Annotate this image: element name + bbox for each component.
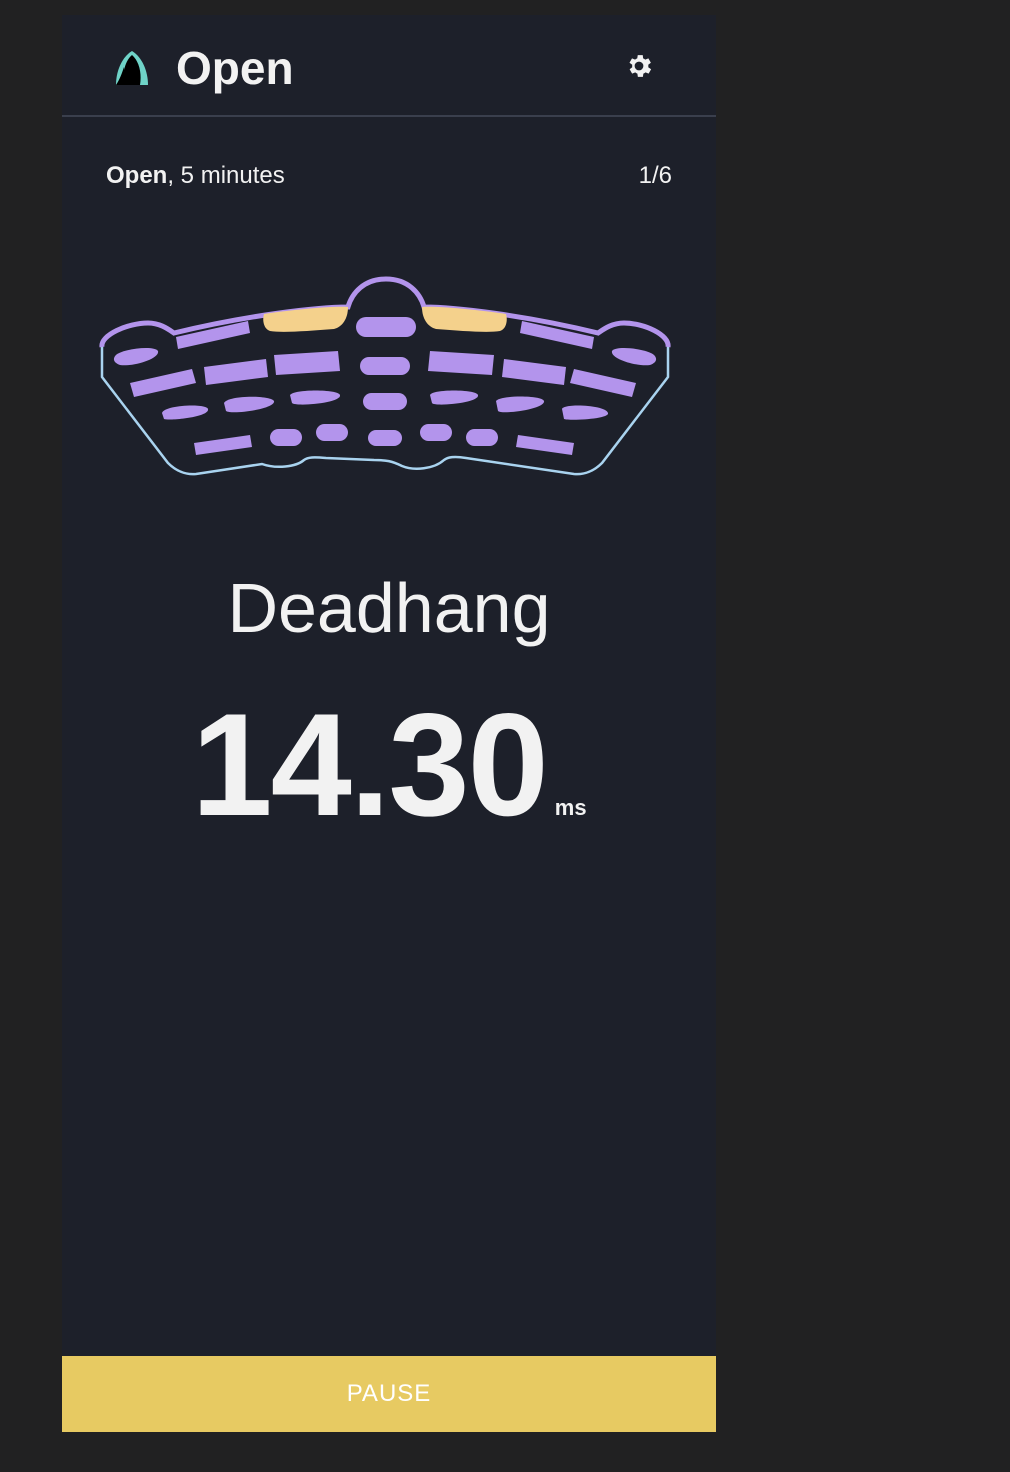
app-header: Open: [62, 15, 716, 117]
hold: [274, 351, 340, 375]
hold: [360, 357, 410, 375]
hold: [363, 393, 407, 410]
exercise-name: Deadhang: [227, 569, 551, 647]
hold: [496, 396, 545, 413]
step-counter: 1/6: [638, 162, 672, 189]
workout-summary: Open, 5 minutes 1/6: [106, 159, 672, 193]
hold: [194, 435, 252, 455]
app-screen: Open Open, 5 minutes 1/6 Deadhang 14.30 …: [62, 15, 716, 1432]
hold: [420, 424, 452, 441]
workout-duration: , 5 minutes: [167, 162, 285, 189]
pause-button[interactable]: PAUSE: [62, 1356, 716, 1432]
hold-active: [422, 306, 507, 332]
hold: [162, 405, 209, 420]
hold-row-2: [113, 348, 657, 397]
hold: [270, 429, 302, 446]
gear-icon[interactable]: [624, 51, 654, 81]
timer-unit: ms: [554, 795, 587, 820]
hold: [224, 396, 275, 413]
hangboard-diagram: [99, 276, 671, 476]
hold: [570, 369, 636, 397]
hold: [368, 430, 402, 446]
hold: [466, 429, 498, 446]
hold: [130, 369, 196, 397]
hold: [562, 405, 609, 420]
hold: [356, 317, 416, 337]
timer-display: 14.30 ms: [62, 685, 716, 845]
timer-value: 14.30: [191, 683, 548, 846]
hold: [611, 348, 657, 366]
hold: [502, 359, 566, 385]
hold: [316, 424, 348, 441]
climber-logo-icon: [116, 51, 148, 85]
hold-active: [263, 306, 348, 332]
hold: [204, 359, 268, 385]
hold: [113, 348, 159, 366]
hold: [428, 351, 494, 375]
page-title: Open: [176, 42, 294, 94]
hold: [430, 390, 479, 405]
hold-row-4: [194, 424, 574, 455]
hold-row-3: [162, 390, 609, 420]
workout-name: Open: [106, 162, 168, 189]
hold: [516, 435, 574, 455]
hold: [290, 390, 341, 405]
